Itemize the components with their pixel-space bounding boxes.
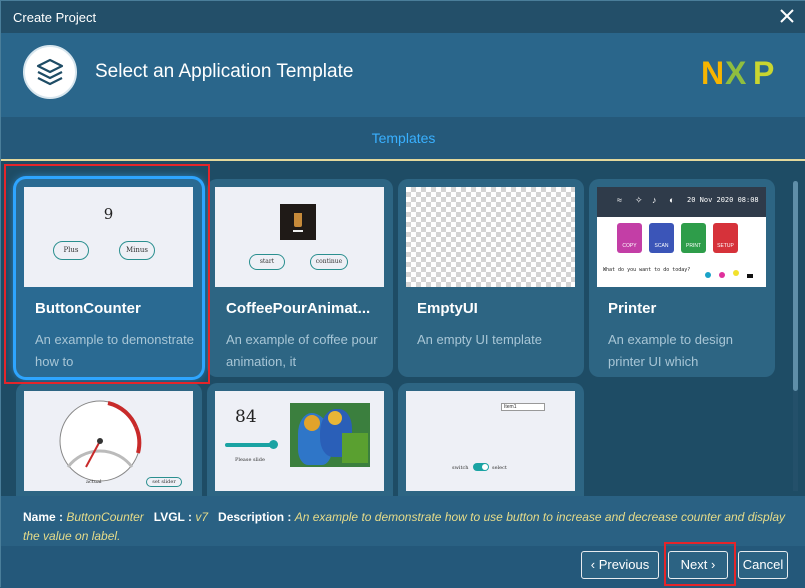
slider-label: Please slide (235, 457, 265, 463)
slider-value: 84 (235, 407, 257, 427)
nxp-logo: N X P (701, 57, 774, 89)
cancel-label: Cancel (742, 557, 784, 572)
chevron-left-icon: ‹ (590, 557, 599, 572)
template-info-text: Name : ButtonCounter LVGL : v7 Descripti… (23, 508, 793, 546)
printer-question: What do you want to do today? (603, 267, 691, 273)
sound-icon: ◐ (669, 195, 675, 205)
template-card-switch[interactable]: Item1 switch select (398, 383, 584, 496)
template-thumbnail: Item1 switch select (406, 391, 575, 491)
gauge-label-actual: actual (86, 479, 102, 485)
description-label: Description : (218, 510, 292, 524)
gauge-set-button: set slider (146, 477, 182, 487)
template-thumbnail: 84 Please slide (215, 391, 384, 491)
gauge-preview (59, 400, 142, 482)
template-description: An example of coffee pour animation, it (226, 332, 378, 369)
svg-text:N: N (701, 57, 724, 89)
switch-label-left: switch (452, 465, 469, 471)
slider-track (225, 443, 275, 447)
slider-knob (269, 440, 278, 449)
template-card-gauge[interactable]: actual set slider (16, 383, 202, 496)
template-thumbnail: ≈ ✧ ♪ ◐ 20 Nov 2020 08:08 COPY SCAN PRIN… (597, 187, 766, 287)
print-tile: PRINT (681, 223, 706, 253)
lvgl-value: v7 (195, 510, 209, 524)
cancel-button[interactable]: Cancel (738, 551, 788, 579)
title-bar: Create Project (1, 1, 805, 33)
template-thumbnail: start continue (215, 187, 384, 287)
next-highlight (664, 542, 736, 586)
template-card-slider[interactable]: 84 Please slide (207, 383, 393, 496)
template-name: EmptyUI (417, 300, 478, 317)
name-label: Name : (23, 510, 64, 524)
dialog-footer: ‹ Previous Next › Cancel (1, 542, 805, 588)
tab-templates[interactable]: Templates (1, 130, 805, 146)
scan-tile: SCAN (649, 223, 674, 253)
transparent-thumbnail (406, 187, 575, 287)
scrollbar-thumb[interactable] (793, 181, 798, 391)
selection-highlight (4, 164, 210, 384)
lvgl-label: LVGL : (153, 510, 192, 524)
dialog-header: Select an Application Template N X P (1, 33, 805, 117)
printer-topbar: ≈ ✧ ♪ ◐ 20 Nov 2020 08:08 (597, 187, 766, 217)
dropdown-preview: Item1 (501, 403, 545, 411)
template-description: An empty UI template (417, 332, 542, 347)
setup-tile: SETUP (713, 223, 738, 253)
template-info-panel: Name : ButtonCounter LVGL : v7 Descripti… (1, 496, 805, 546)
page-title: Select an Application Template (95, 61, 354, 82)
window-title: Create Project (13, 10, 97, 25)
template-card-coffeepour[interactable]: start continue CoffeePourAnimat... An ex… (207, 179, 393, 377)
create-project-dialog: Create Project Select an Application Tem… (0, 0, 805, 588)
ink-yellow (733, 270, 739, 276)
layers-icon (23, 45, 77, 99)
coffee-cup-icon (280, 204, 316, 240)
ink-black (747, 274, 753, 278)
svg-text:P: P (753, 57, 774, 89)
parrot-image (290, 403, 370, 467)
tab-bar: Templates (1, 117, 805, 161)
name-value: ButtonCounter (66, 510, 144, 524)
wifi-icon: ≈ (617, 195, 622, 205)
continue-button-preview: continue (310, 254, 348, 270)
template-card-emptyui[interactable]: EmptyUI An empty UI template (398, 179, 584, 377)
toggle-switch-preview (473, 463, 489, 471)
ink-cyan (705, 272, 711, 278)
tool-icon: ✧ (635, 195, 643, 205)
template-description: An example to design printer UI which (608, 332, 734, 369)
svg-text:X: X (725, 57, 747, 89)
template-name: CoffeePourAnimat... (226, 300, 371, 317)
printer-date: 20 Nov 2020 08:08 (687, 196, 759, 204)
previous-button[interactable]: ‹ Previous (581, 551, 659, 579)
switch-label-right: select (492, 465, 507, 471)
copy-tile: COPY (617, 223, 642, 253)
bell-icon: ♪ (652, 195, 657, 205)
previous-label: Previous (598, 557, 650, 572)
ink-magenta (719, 272, 725, 278)
close-icon[interactable] (778, 7, 796, 25)
template-card-printer[interactable]: ≈ ✧ ♪ ◐ 20 Nov 2020 08:08 COPY SCAN PRIN… (589, 179, 775, 377)
template-thumbnail: actual set slider (24, 391, 193, 491)
template-name: Printer (608, 300, 657, 317)
start-button-preview: start (249, 254, 285, 270)
